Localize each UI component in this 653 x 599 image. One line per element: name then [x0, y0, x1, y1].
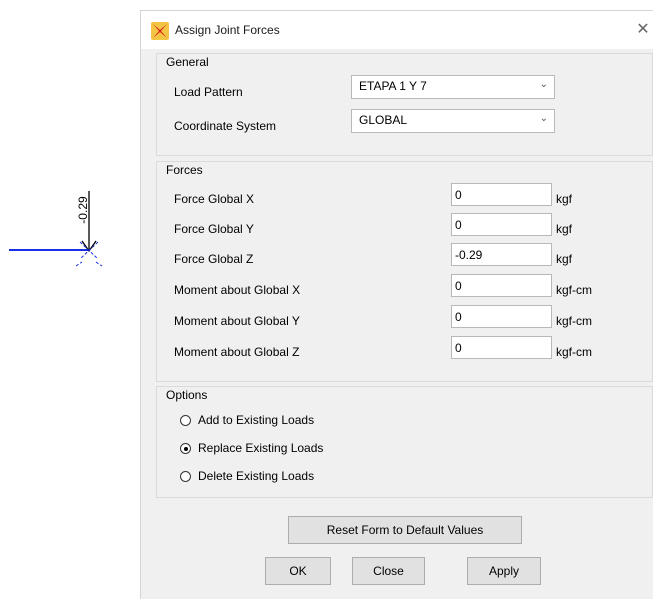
force-y-field[interactable]	[451, 213, 552, 236]
model-canvas[interactable]: -0.29	[0, 0, 140, 599]
title-bar[interactable]: Assign Joint Forces ✕	[141, 11, 653, 49]
apply-button[interactable]: Apply	[467, 557, 541, 585]
coordinate-system-dropdown[interactable]: GLOBAL ⌄	[351, 109, 555, 133]
dialog-title: Assign Joint Forces	[175, 23, 280, 37]
moment-y-field[interactable]	[451, 305, 552, 328]
coordinate-system-label: Coordinate System	[174, 119, 277, 133]
moment-z-unit: kgf-cm	[556, 345, 592, 359]
moment-x-unit: kgf-cm	[556, 283, 592, 297]
coordinate-system-value: GLOBAL	[359, 113, 408, 127]
force-y-label: Force Global Y	[174, 222, 254, 236]
replace-existing-label: Replace Existing Loads	[198, 441, 324, 455]
moment-y-unit: kgf-cm	[556, 314, 592, 328]
force-x-field[interactable]	[451, 183, 552, 206]
general-group: General Load Pattern ETAPA 1 Y 7 ⌄ Coord…	[156, 53, 653, 156]
force-z-unit: kgf	[556, 252, 573, 266]
add-to-existing-label: Add to Existing Loads	[198, 413, 315, 427]
load-value-label: -0.29	[76, 196, 90, 224]
moment-x-label: Moment about Global X	[174, 283, 301, 297]
moment-y-label: Moment about Global Y	[174, 314, 300, 328]
close-button[interactable]: Close	[352, 557, 425, 585]
app-icon	[151, 22, 169, 40]
joint-load-drawing	[9, 191, 103, 267]
options-group: Options Add to Existing Loads Replace Ex…	[156, 386, 653, 498]
force-x-unit: kgf	[556, 192, 573, 206]
radio-unselected-icon	[180, 415, 191, 426]
radio-selected-icon	[180, 443, 191, 454]
force-x-label: Force Global X	[174, 192, 255, 206]
chevron-down-icon: ⌄	[539, 113, 548, 124]
forces-group: Forces Force Global X kgf Force Global Y…	[156, 161, 653, 382]
force-z-field[interactable]	[451, 243, 552, 266]
ok-button[interactable]: OK	[265, 557, 331, 585]
delete-existing-label: Delete Existing Loads	[198, 469, 315, 483]
load-pattern-value: ETAPA 1 Y 7	[359, 79, 427, 93]
force-z-label: Force Global Z	[174, 252, 254, 266]
radio-unselected-icon	[180, 471, 191, 482]
close-icon[interactable]: ✕	[633, 19, 653, 41]
force-y-unit: kgf	[556, 222, 573, 236]
moment-x-field[interactable]	[451, 274, 552, 297]
moment-z-label: Moment about Global Z	[174, 345, 300, 359]
general-group-title: General	[166, 55, 209, 69]
chevron-down-icon: ⌄	[539, 79, 548, 90]
options-group-title: Options	[166, 388, 208, 402]
assign-joint-forces-dialog: Assign Joint Forces ✕ General Load Patte…	[140, 10, 653, 599]
load-pattern-dropdown[interactable]: ETAPA 1 Y 7 ⌄	[351, 75, 555, 99]
moment-z-field[interactable]	[451, 336, 552, 359]
load-pattern-label: Load Pattern	[174, 85, 243, 99]
reset-defaults-button[interactable]: Reset Form to Default Values	[288, 516, 522, 544]
forces-group-title: Forces	[166, 163, 203, 177]
